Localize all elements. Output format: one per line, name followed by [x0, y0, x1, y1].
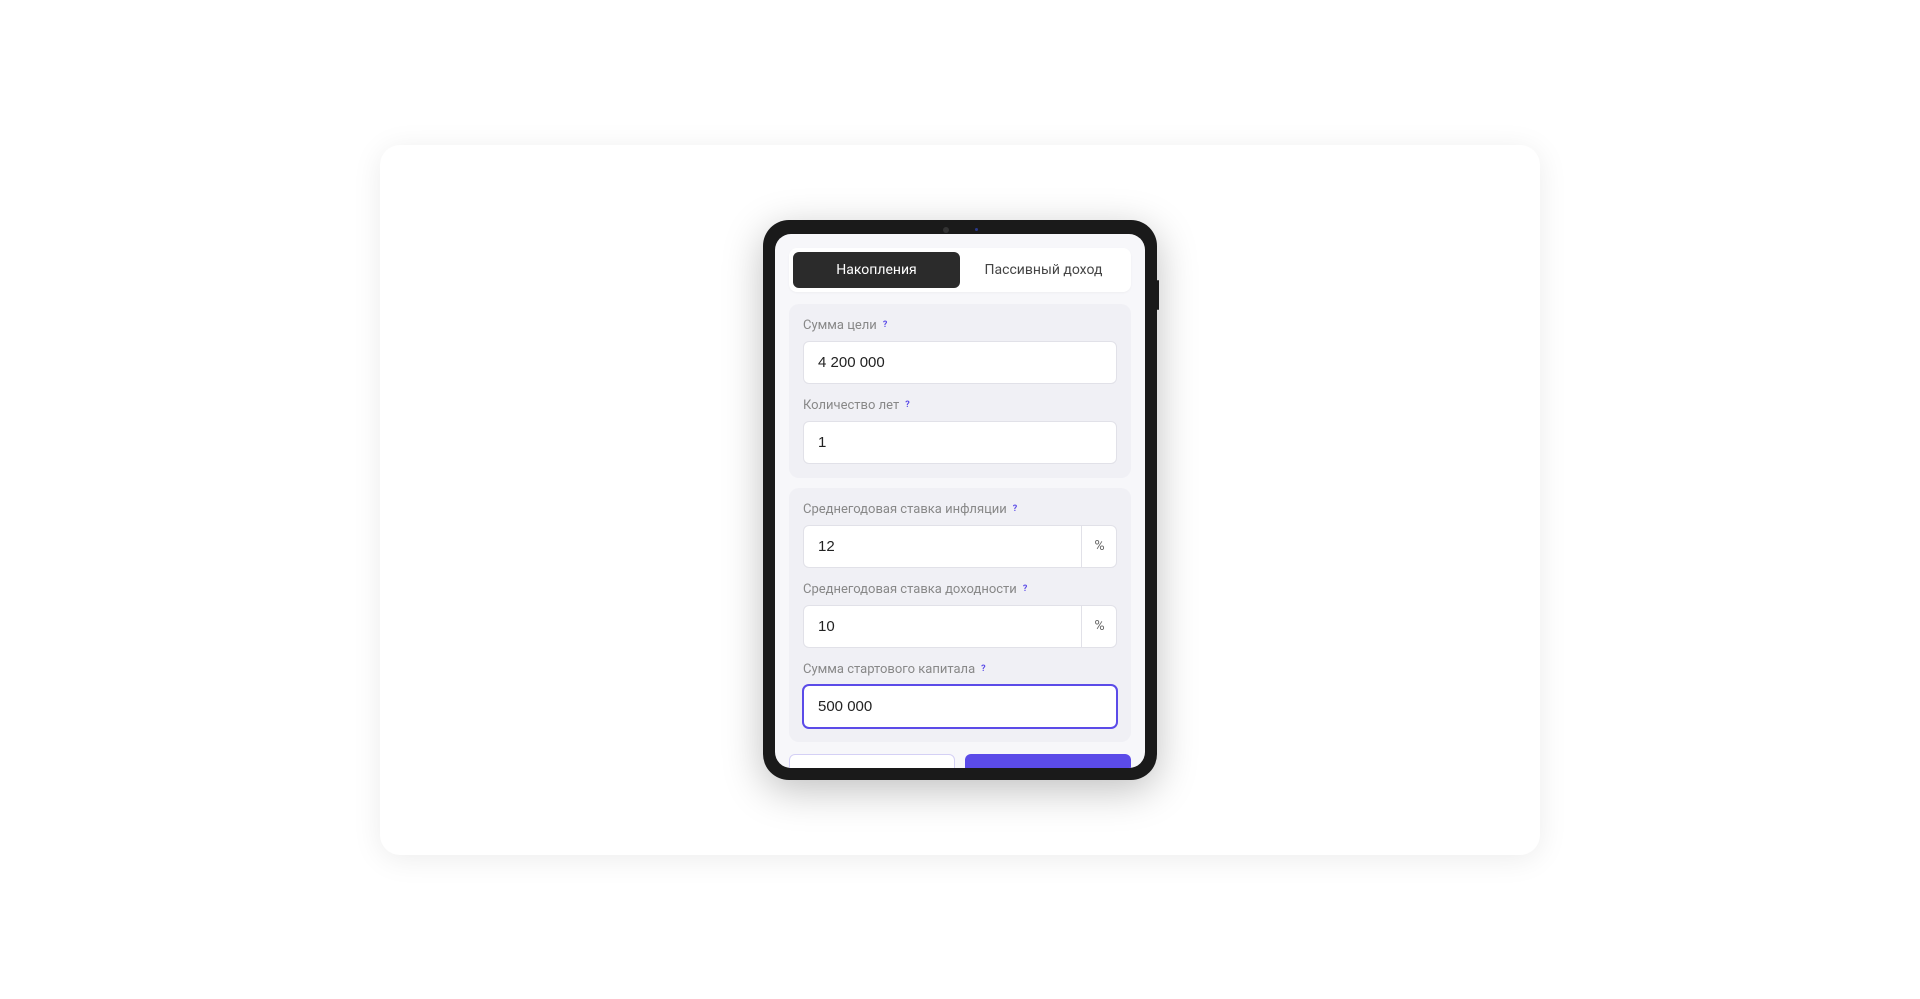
help-icon[interactable]: ?: [1013, 504, 1017, 514]
help-icon[interactable]: ?: [981, 664, 985, 674]
help-icon[interactable]: ?: [1023, 584, 1027, 594]
goal-amount-label: Сумма цели: [803, 318, 877, 333]
field-return-rate: Среднегодовая ставка доходности ? %: [803, 582, 1117, 648]
section-goal: Сумма цели ? Количество лет ?: [789, 304, 1131, 478]
tablet-side-button: [1157, 280, 1159, 310]
button-row: Сбросить Рассчитать: [789, 754, 1131, 768]
years-label: Количество лет: [803, 398, 899, 413]
field-goal-amount: Сумма цели ?: [803, 318, 1117, 384]
tab-savings[interactable]: Накопления: [793, 252, 960, 288]
return-rate-label: Среднегодовая ставка доходности: [803, 582, 1017, 597]
goal-amount-input[interactable]: [803, 341, 1117, 384]
tabs: Накопления Пассивный доход: [789, 248, 1131, 292]
start-capital-input[interactable]: [803, 685, 1117, 728]
help-icon[interactable]: ?: [905, 400, 909, 410]
sensor-dot: [975, 228, 978, 231]
tablet-notch: [915, 226, 1005, 234]
years-input[interactable]: [803, 421, 1117, 464]
inflation-input[interactable]: [803, 525, 1117, 568]
tab-passive-income[interactable]: Пассивный доход: [960, 252, 1127, 288]
screen: Накопления Пассивный доход Сумма цели ? …: [775, 234, 1145, 768]
field-start-capital: Сумма стартового капитала ?: [803, 662, 1117, 728]
help-icon[interactable]: ?: [883, 320, 887, 330]
start-capital-label: Сумма стартового капитала: [803, 662, 975, 677]
calculate-button[interactable]: Рассчитать: [965, 754, 1131, 768]
camera-dot: [943, 227, 949, 233]
field-years: Количество лет ?: [803, 398, 1117, 464]
outer-card: Накопления Пассивный доход Сумма цели ? …: [380, 145, 1540, 855]
inflation-label: Среднегодовая ставка инфляции: [803, 502, 1007, 517]
tablet-frame: Накопления Пассивный доход Сумма цели ? …: [763, 220, 1157, 780]
field-inflation: Среднегодовая ставка инфляции ? %: [803, 502, 1117, 568]
return-rate-input[interactable]: [803, 605, 1117, 648]
section-rates: Среднегодовая ставка инфляции ? % Средне…: [789, 488, 1131, 742]
reset-button[interactable]: Сбросить: [789, 754, 955, 768]
